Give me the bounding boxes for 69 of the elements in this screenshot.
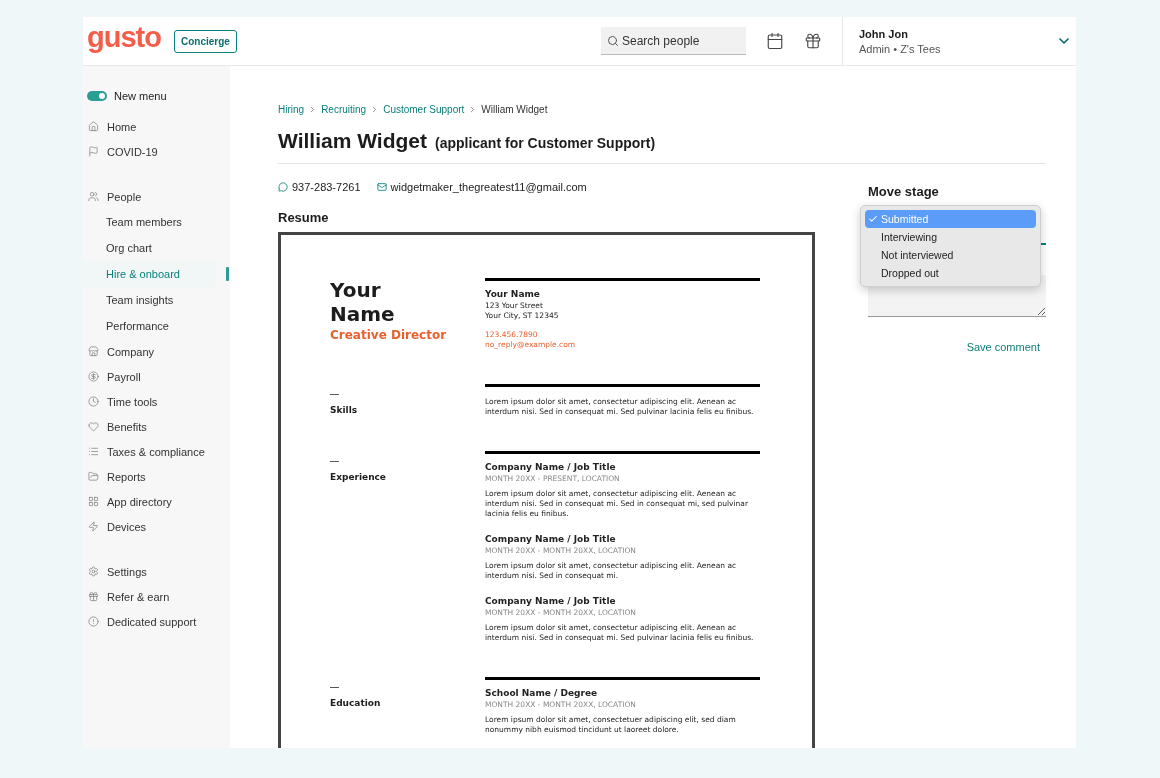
toggle-label: New menu: [114, 90, 167, 102]
resume-role: Creative Director: [330, 328, 448, 342]
sidebar-item[interactable]: People: [83, 184, 230, 209]
sidebar-item[interactable]: COVID-19: [83, 139, 230, 164]
sidebar-item[interactable]: Dedicated support: [83, 609, 230, 634]
heart-icon: [88, 421, 99, 432]
people-icon: [88, 191, 99, 202]
dollar-coin-icon: [88, 371, 99, 382]
page-title: William Widget: [278, 129, 427, 153]
sidebar-item[interactable]: Taxes & compliance: [83, 439, 230, 464]
sidebar-subitem[interactable]: Performance: [83, 313, 230, 339]
resume-entry-title: Company Name / Job Title: [485, 595, 617, 608]
calendar-icon[interactable]: [766, 32, 784, 50]
resume-section-heading: Experience: [330, 472, 386, 482]
gear-icon: [88, 566, 99, 577]
sidebar-item[interactable]: Time tools: [83, 389, 230, 414]
breadcrumb-link[interactable]: Hiring: [278, 104, 305, 115]
page-subtitle: (applicant for Customer Support): [434, 135, 656, 151]
store-icon: [88, 346, 99, 357]
sidebar-item[interactable]: Company: [83, 339, 230, 364]
resume-entry-title: School Name / Degree: [485, 687, 599, 700]
dropdown-option[interactable]: Not interviewed: [865, 246, 1036, 264]
list-icon: [88, 446, 99, 457]
speech-bubble-icon: [278, 182, 288, 192]
check-icon: [868, 214, 878, 224]
sidebar-item[interactable]: Devices: [83, 514, 230, 539]
phone-number: 937-283-7261: [292, 181, 361, 193]
clock-icon: [88, 396, 99, 407]
sidebar-item[interactable]: Payroll: [83, 364, 230, 389]
user-name: John Jon: [859, 27, 909, 40]
move-stage-label: Move stage: [868, 184, 940, 199]
folder-icon: [88, 471, 99, 482]
resume-section-heading: Skills: [330, 405, 358, 415]
flag-icon: [88, 146, 99, 157]
section-heading: Resume: [278, 210, 330, 225]
email-address: widgetmaker_thegreatest11@gmail.com: [390, 181, 587, 193]
sidebar-item[interactable]: Reports: [83, 464, 230, 489]
resume-contact-name: Your Name: [485, 288, 541, 301]
breadcrumb-current[interactable]: William Widget: [481, 104, 548, 115]
dropdown-option[interactable]: Dropped out: [865, 264, 1036, 282]
concierge-button[interactable]: Concierge: [173, 29, 237, 53]
sidebar-item[interactable]: Benefits: [83, 414, 230, 439]
user-role: Admin • Z's Tees: [859, 42, 941, 55]
sidebar-item[interactable]: Settings: [83, 559, 230, 584]
grid-icon: [88, 496, 99, 507]
resume-entry-title: Company Name / Job Title: [485, 461, 617, 474]
sidebar-subitem[interactable]: Team insights: [83, 287, 230, 313]
resume-entry-title: Company Name / Job Title: [485, 533, 617, 546]
sidebar-item[interactable]: Home: [83, 114, 230, 139]
alert-circle-icon: [88, 616, 99, 627]
gift-icon[interactable]: [804, 32, 822, 50]
breadcrumb-link[interactable]: Customer Support: [383, 104, 465, 115]
resume-name: Your Name: [330, 278, 396, 326]
search-field[interactable]: Search people: [601, 27, 746, 55]
save-comment-link[interactable]: Save comment: [868, 341, 1040, 353]
resume-section-heading: Education: [330, 698, 381, 708]
sidebar-subitem[interactable]: Team members: [83, 209, 230, 235]
sidebar-subitem[interactable]: Org chart: [83, 235, 230, 261]
breadcrumb-link[interactable]: Recruiting: [321, 104, 367, 115]
sidebar-item[interactable]: App directory: [83, 489, 230, 514]
dropdown-option[interactable]: Interviewing: [865, 228, 1036, 246]
home-icon: [88, 121, 99, 132]
mail-icon: [376, 182, 387, 192]
search-icon: [607, 35, 619, 47]
lightning-icon: [88, 521, 99, 532]
toggle-switch[interactable]: [87, 91, 107, 101]
sidebar-item[interactable]: Refer & earn: [83, 584, 230, 609]
sidebar-subitem[interactable]: Hire & onboard: [83, 261, 230, 287]
gift-icon: [88, 591, 99, 602]
